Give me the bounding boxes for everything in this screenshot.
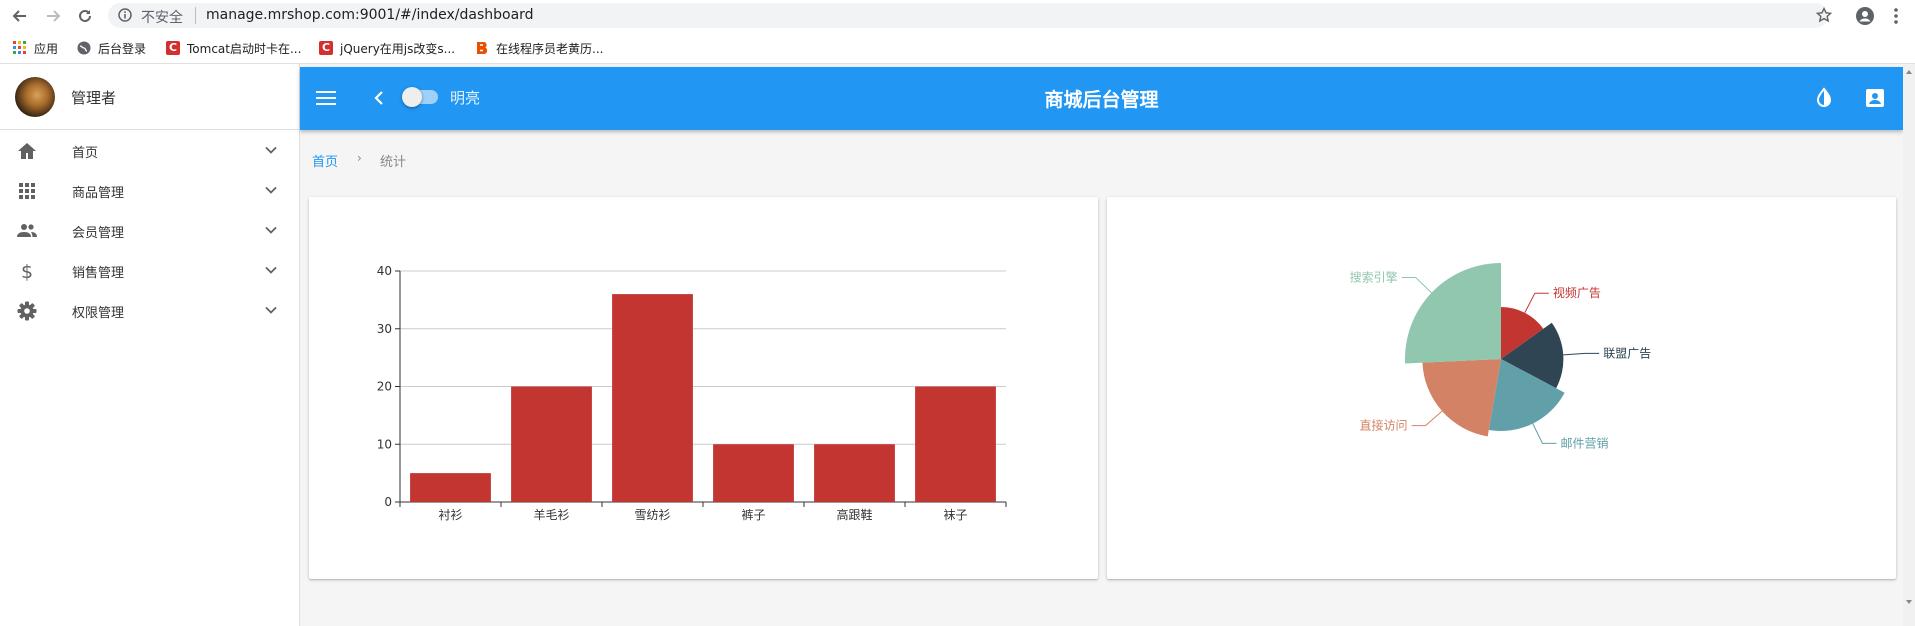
x-tick-label: 雪纺衫 [634, 508, 670, 522]
bookmark-label: 后台登录 [98, 41, 147, 56]
x-tick-label: 高跟鞋 [836, 507, 872, 522]
sidebar-item-sales[interactable]: $ 销售管理 [0, 251, 299, 291]
x-tick-label: 衬衫 [438, 508, 462, 522]
pie-label: 联盟广告 [1603, 346, 1651, 360]
pie-label: 视频广告 [1553, 285, 1601, 300]
pie-label: 搜索引擎 [1350, 270, 1398, 285]
sidebar-item-home[interactable]: 首页 [0, 131, 299, 171]
sidebar-item-label: 权限管理 [72, 306, 125, 321]
pie-label-line [1411, 410, 1443, 427]
bookmarks-bar: 应用 后台登录 C Tomcat启动时卡在... C jQuery在用js改变s… [0, 32, 1915, 64]
chevron-down-icon [265, 226, 277, 234]
y-tick-label: 40 [377, 264, 392, 278]
user-profile: 管理者 [0, 64, 299, 130]
bookmark-label: 在线程序员老黄历... [496, 41, 604, 56]
bookmark-label: 应用 [34, 41, 59, 56]
scroll-up-icon[interactable] [1906, 70, 1912, 74]
insecure-label: 不安全 [141, 10, 183, 26]
bookmark-star-icon[interactable] [1816, 7, 1832, 23]
forward-arrow-icon[interactable] [43, 6, 63, 26]
bar-chart: 0 10 20 30 40 衬衫 羊毛衫 雪纺衫 裤子 高跟鞋 袜子 [377, 264, 1007, 522]
pie-slice[interactable] [1405, 263, 1501, 364]
page-title: 商城后台管理 [1044, 89, 1159, 111]
y-tick-label: 30 [377, 322, 392, 336]
bookmark-tomcat[interactable]: C Tomcat启动时卡在... [166, 39, 301, 57]
bookmark-label: jQuery在用js改变s... [340, 41, 456, 56]
y-tick-label: 0 [384, 495, 392, 509]
bar-chart-card: 0 10 20 30 40 衬衫 羊毛衫 雪纺衫 裤子 高跟鞋 袜子 [309, 197, 1098, 579]
scrollbar[interactable] [1903, 64, 1915, 626]
info-icon[interactable] [118, 8, 132, 22]
apps-grid-icon [13, 41, 26, 54]
x-tick-label: 羊毛衫 [533, 507, 569, 522]
bookmark-label: Tomcat启动时卡在... [187, 41, 302, 56]
more-vert-icon[interactable] [1893, 6, 1899, 26]
address-bar[interactable]: 不安全 manage.mrshop.com:9001/#/index/dashb… [108, 3, 1828, 28]
sidebar-item-permissions[interactable]: 权限管理 [0, 291, 299, 331]
breadcrumb-separator: › [357, 151, 362, 165]
home-icon [18, 143, 36, 159]
invert-colors-icon[interactable] [1814, 87, 1834, 109]
breadcrumb-home-link[interactable]: 首页 [312, 155, 338, 170]
pie-chart: 视频广告联盟广告邮件营销 直接访问 搜索引擎 [1350, 263, 1651, 450]
browser-toolbar: 不安全 manage.mrshop.com:9001/#/index/dashb… [0, 0, 1915, 32]
people-icon [17, 224, 37, 237]
pie-label: 直接访问 [1360, 418, 1408, 433]
bar[interactable] [612, 294, 693, 502]
pie-label-line [1401, 277, 1432, 294]
pie-label-line [1532, 423, 1557, 444]
apps-icon [19, 183, 35, 199]
bar[interactable] [511, 386, 592, 503]
back-arrow-icon[interactable] [10, 6, 30, 26]
sidebar-item-products[interactable]: 商品管理 [0, 171, 299, 211]
sidebar-item-label: 会员管理 [72, 226, 125, 241]
sidebar-item-label: 商品管理 [72, 186, 125, 201]
bar[interactable] [915, 386, 996, 503]
app-header: 明亮 商城后台管理 [300, 67, 1903, 130]
avatar[interactable] [15, 77, 55, 117]
bar[interactable] [713, 444, 794, 502]
breadcrumb: 首页 › 统计 [312, 151, 406, 170]
bookmark-apps[interactable]: 应用 [13, 39, 58, 57]
user-name: 管理者 [71, 89, 117, 107]
pie-slice[interactable] [1422, 359, 1501, 437]
c-logo-icon: C [319, 41, 333, 55]
url-divider [195, 7, 196, 24]
chevron-down-icon [265, 146, 277, 154]
y-tick-label: 10 [377, 437, 392, 451]
sidebar-item-label: 销售管理 [72, 266, 125, 281]
chevron-down-icon [265, 186, 277, 194]
bar[interactable] [814, 444, 895, 502]
account-box-icon[interactable] [1864, 87, 1886, 109]
x-tick-label: 袜子 [943, 508, 967, 522]
pie-chart-card: 视频广告联盟广告邮件营销 直接访问 搜索引擎 [1107, 197, 1896, 579]
svg-text:$: $ [21, 261, 33, 281]
chevron-down-icon [265, 266, 277, 274]
c-logo-icon: C [166, 41, 180, 55]
sidebar-item-members[interactable]: 会员管理 [0, 211, 299, 251]
chevron-down-icon [265, 306, 277, 314]
y-tick-label: 20 [377, 380, 392, 394]
scroll-down-icon[interactable] [1906, 600, 1912, 604]
url-text[interactable]: manage.mrshop.com:9001/#/index/dashboard [206, 7, 534, 23]
bookmark-jquery[interactable]: C jQuery在用js改变s... [319, 39, 455, 57]
pie-label-line [1563, 352, 1600, 356]
globe-icon [77, 41, 91, 55]
dollar-icon: $ [21, 261, 33, 281]
x-tick-label: 裤子 [741, 508, 765, 522]
pie-label-line [1524, 292, 1549, 313]
reload-icon[interactable] [75, 6, 95, 26]
b-logo-icon [477, 42, 488, 54]
bookmark-admin-login[interactable]: 后台登录 [77, 39, 146, 57]
settings-icon [17, 301, 37, 321]
account-circle-icon[interactable] [1855, 6, 1875, 26]
pie-label: 邮件营销 [1560, 436, 1608, 450]
breadcrumb-current: 统计 [380, 155, 407, 170]
sidebar: 管理者 首页 商品管理 会员管理 $ 销售管理 权限管理 [0, 64, 300, 626]
bar[interactable] [410, 473, 491, 502]
bookmark-calendar[interactable]: 在线程序员老黄历... [475, 39, 603, 57]
sidebar-item-label: 首页 [72, 146, 99, 161]
